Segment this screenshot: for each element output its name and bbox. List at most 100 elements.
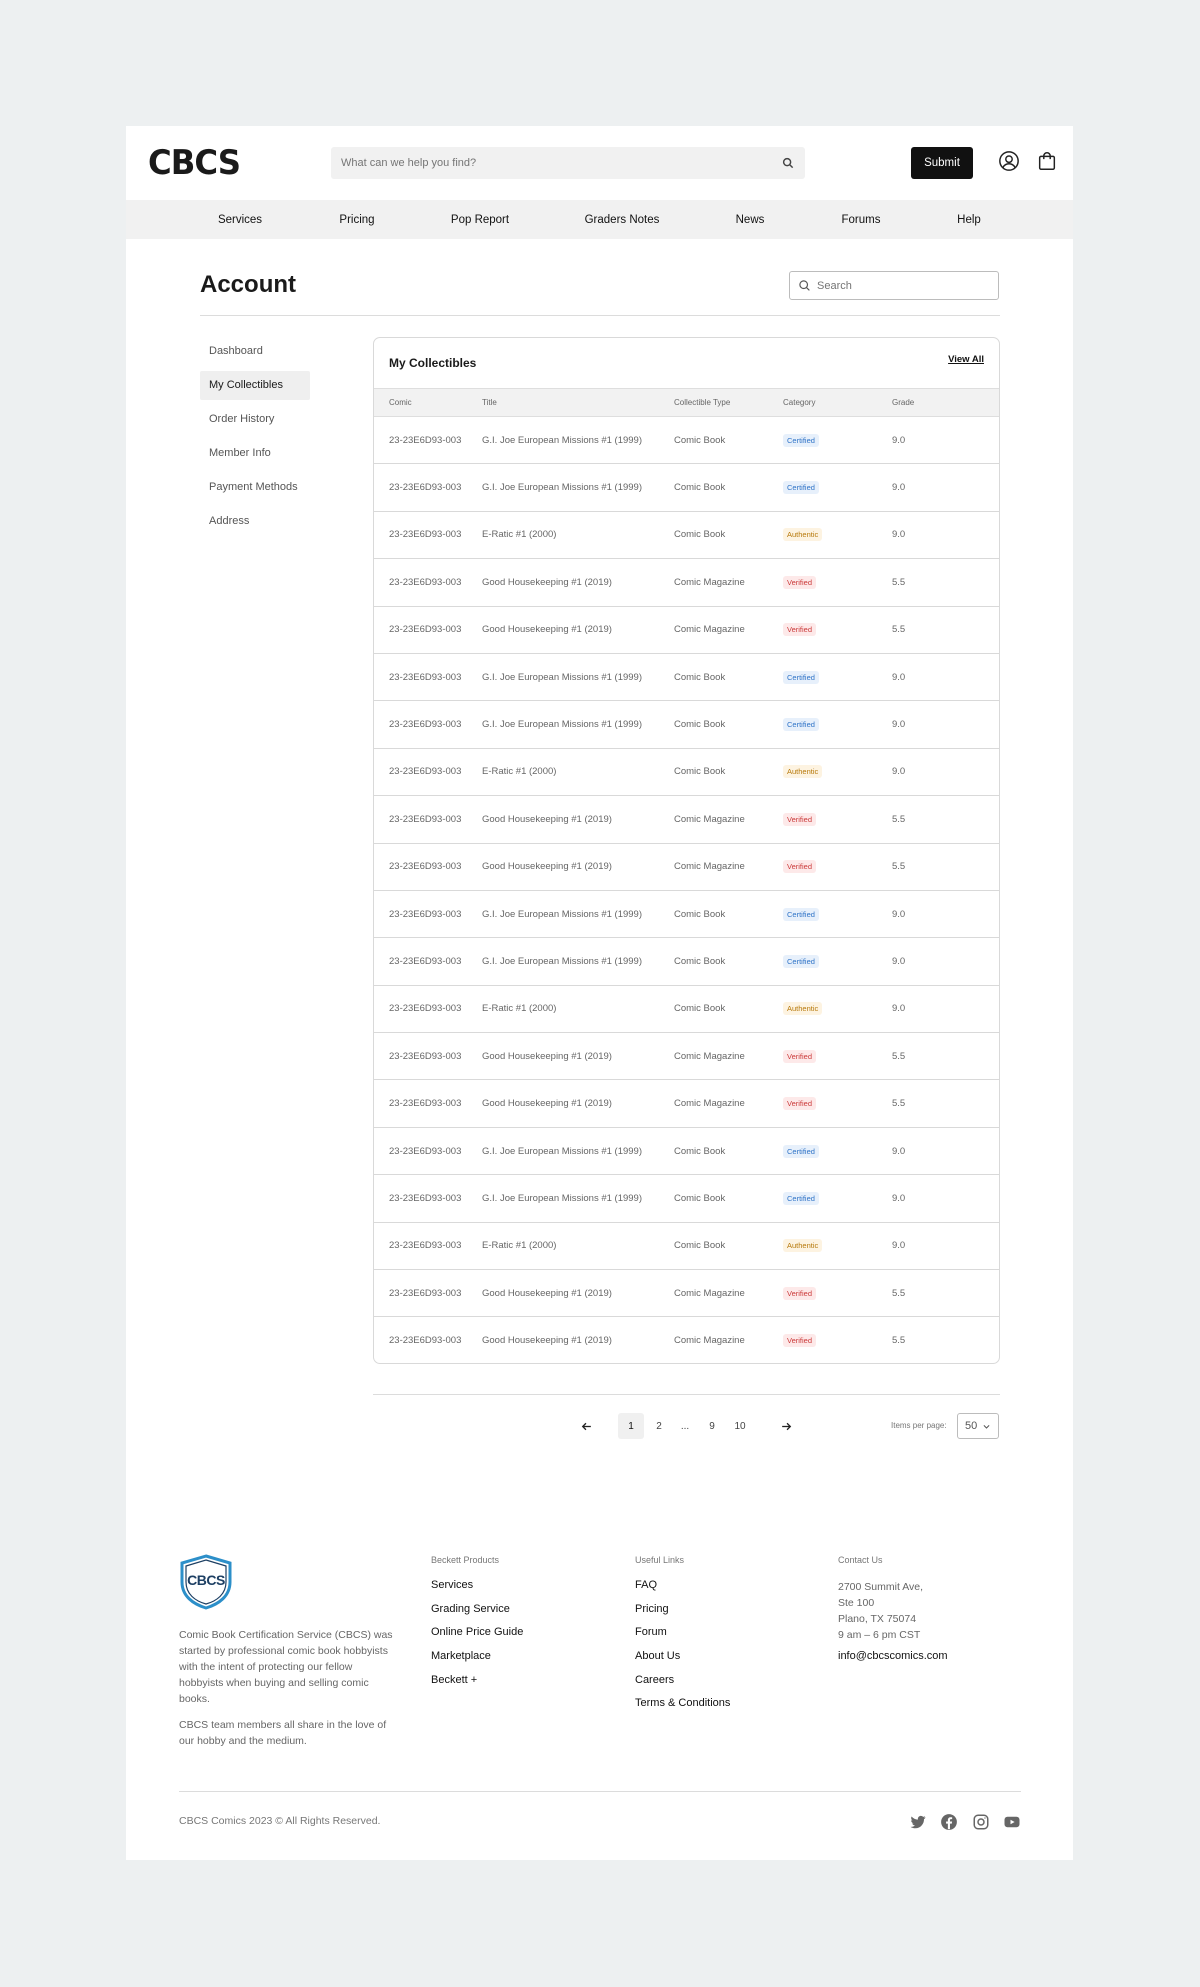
- table-row[interactable]: 23-23E6D93-003 G.I. Joe European Missions…: [374, 464, 999, 512]
- sidenav-dashboard[interactable]: Dashboard: [200, 337, 310, 366]
- facebook-icon[interactable]: [940, 1813, 958, 1831]
- contact-email-link[interactable]: info@cbcscomics.com: [838, 1650, 948, 1674]
- cell-grade: 5.5: [892, 576, 906, 588]
- card-title: My Collectibles: [389, 356, 477, 370]
- cell-collectible-type: Comic Magazine: [674, 576, 745, 588]
- cell-title: E-Ratic #1 (2000): [482, 766, 557, 778]
- table-row[interactable]: 23-23E6D93-003 Good Housekeeping #1 (2019…: [374, 1270, 999, 1317]
- items-per-page-select[interactable]: 50: [957, 1413, 999, 1439]
- sidenav-my-collectibles[interactable]: My Collectibles: [200, 371, 310, 400]
- nav-pricing[interactable]: Pricing: [339, 214, 374, 226]
- footer-logo[interactable]: CBCS: [179, 1554, 233, 1610]
- shopping-bag-icon[interactable]: [1036, 150, 1058, 172]
- cell-collectible-type: Comic Magazine: [674, 624, 745, 636]
- footer-link-forum[interactable]: Forum: [635, 1626, 730, 1650]
- sidenav-payment-methods[interactable]: Payment Methods: [200, 473, 310, 502]
- cell-comic-id: 23-23E6D93-003: [389, 529, 462, 541]
- table-row[interactable]: 23-23E6D93-003 G.I. Joe European Missions…: [374, 1127, 999, 1175]
- next-page-button[interactable]: [773, 1413, 799, 1439]
- column-header-title[interactable]: Title: [482, 389, 674, 417]
- nav-help[interactable]: Help: [957, 214, 981, 226]
- cell-comic-id: 23-23E6D93-003: [389, 955, 462, 967]
- footer-link-faq[interactable]: FAQ: [635, 1579, 730, 1603]
- footer-link-about-us[interactable]: About Us: [635, 1650, 730, 1674]
- cell-comic-id: 23-23E6D93-003: [389, 1145, 462, 1157]
- page-button-2[interactable]: 2: [646, 1413, 672, 1439]
- cell-title: Good Housekeeping #1 (2019): [482, 1287, 612, 1299]
- table-row[interactable]: 23-23E6D93-003 G.I. Joe European Missions…: [374, 1175, 999, 1223]
- footer-link-terms[interactable]: Terms & Conditions: [635, 1697, 730, 1721]
- cell-grade: 9.0: [892, 955, 906, 967]
- footer-link-online-price-guide[interactable]: Online Price Guide: [431, 1626, 523, 1650]
- footer-link-marketplace[interactable]: Marketplace: [431, 1650, 523, 1674]
- site-search-bar[interactable]: [331, 147, 805, 179]
- cell-collectible-type: Comic Book: [674, 766, 726, 778]
- table-row[interactable]: 23-23E6D93-003 G.I. Joe European Missions…: [374, 938, 999, 986]
- instagram-icon[interactable]: [972, 1813, 990, 1831]
- search-icon: [799, 280, 810, 291]
- divider: [179, 1791, 1021, 1792]
- cell-grade: 9.0: [892, 1145, 906, 1157]
- page-button-10[interactable]: 10: [727, 1413, 753, 1439]
- footer-link-services[interactable]: Services: [431, 1579, 523, 1603]
- category-badge: Verified: [783, 1097, 817, 1111]
- twitter-icon[interactable]: [909, 1813, 927, 1831]
- table-row[interactable]: 23-23E6D93-003 G.I. Joe European Missions…: [374, 701, 999, 749]
- submit-button[interactable]: Submit: [911, 147, 973, 179]
- page-button-9[interactable]: 9: [699, 1413, 725, 1439]
- column-header-comic[interactable]: Comic: [374, 389, 482, 417]
- table-row[interactable]: 23-23E6D93-003 E-Ratic #1 (2000) Comic Boo…: [374, 748, 999, 796]
- footer-link-grading-service[interactable]: Grading Service: [431, 1603, 523, 1627]
- cell-category: Verified: [783, 1270, 892, 1317]
- footer-link-beckett-plus[interactable]: Beckett +: [431, 1674, 523, 1698]
- table-row[interactable]: 23-23E6D93-003 Good Housekeeping #1 (2019…: [374, 559, 999, 607]
- footer-link-careers[interactable]: Careers: [635, 1674, 730, 1698]
- column-header-collectible-type[interactable]: Collectible Type: [674, 389, 783, 417]
- table-row[interactable]: 23-23E6D93-003 E-Ratic #1 (2000) Comic Boo…: [374, 985, 999, 1033]
- nav-services[interactable]: Services: [218, 214, 262, 226]
- account-search-input[interactable]: [817, 279, 990, 292]
- table-row[interactable]: 23-23E6D93-003 Good Housekeeping #1 (2019…: [374, 796, 999, 844]
- user-icon[interactable]: [998, 150, 1020, 172]
- copyright-text: CBCS Comics 2023 © All Rights Reserved.: [179, 1815, 381, 1827]
- nav-forums[interactable]: Forums: [842, 214, 881, 226]
- footer-link-pricing[interactable]: Pricing: [635, 1603, 730, 1627]
- table-row[interactable]: 23-23E6D93-003 E-Ratic #1 (2000) Comic Boo…: [374, 511, 999, 559]
- table-row[interactable]: 23-23E6D93-003 Good Housekeeping #1 (2019…: [374, 1033, 999, 1080]
- site-search-input[interactable]: [341, 157, 781, 169]
- arrow-right-icon: [781, 1422, 791, 1430]
- page-button-1[interactable]: 1: [618, 1413, 644, 1439]
- table-row[interactable]: 23-23E6D93-003 G.I. Joe European Missions…: [374, 653, 999, 701]
- cell-category: Verified: [783, 1080, 892, 1127]
- nav-graders-notes[interactable]: Graders Notes: [585, 214, 660, 226]
- view-all-link[interactable]: View All: [948, 354, 984, 365]
- brand-logo[interactable]: CBCS: [148, 144, 241, 182]
- nav-news[interactable]: News: [736, 214, 765, 226]
- sidenav-member-info[interactable]: Member Info: [200, 439, 310, 468]
- cell-category: Verified: [783, 843, 892, 890]
- youtube-icon[interactable]: [1003, 1813, 1021, 1831]
- table-row[interactable]: 23-23E6D93-003 G.I. Joe European Missions…: [374, 417, 999, 464]
- sidenav-order-history[interactable]: Order History: [200, 405, 310, 434]
- nav-pop-report[interactable]: Pop Report: [451, 214, 509, 226]
- account-search-box[interactable]: [789, 271, 999, 300]
- table-row[interactable]: 23-23E6D93-003 Good Housekeeping #1 (2019…: [374, 1317, 999, 1363]
- table-row[interactable]: 23-23E6D93-003 Good Housekeeping #1 (2019…: [374, 843, 999, 891]
- column-header-grade[interactable]: Grade: [892, 389, 999, 417]
- table-row[interactable]: 23-23E6D93-003 Good Housekeeping #1 (2019…: [374, 606, 999, 654]
- cell-comic-id: 23-23E6D93-003: [389, 671, 462, 683]
- prev-page-button[interactable]: [573, 1413, 599, 1439]
- cell-category: Verified: [783, 796, 892, 843]
- footer-about-text-2: CBCS team members all share in the love …: [179, 1719, 387, 1747]
- divider: [200, 315, 1000, 316]
- cell-comic-id: 23-23E6D93-003: [389, 1335, 462, 1347]
- table-row[interactable]: 23-23E6D93-003 E-Ratic #1 (2000) Comic Boo…: [374, 1222, 999, 1270]
- column-header-category[interactable]: Category: [783, 389, 892, 417]
- table-row[interactable]: 23-23E6D93-003 Good Housekeeping #1 (2019…: [374, 1080, 999, 1128]
- table-row[interactable]: 23-23E6D93-003 G.I. Joe European Missions…: [374, 890, 999, 938]
- search-icon[interactable]: [781, 156, 795, 170]
- sidenav-address[interactable]: Address: [200, 507, 310, 536]
- category-badge: Authentic: [783, 1002, 823, 1016]
- cell-collectible-type: Comic Book: [674, 1240, 726, 1252]
- cell-title: G.I. Joe European Missions #1 (1999): [482, 719, 643, 731]
